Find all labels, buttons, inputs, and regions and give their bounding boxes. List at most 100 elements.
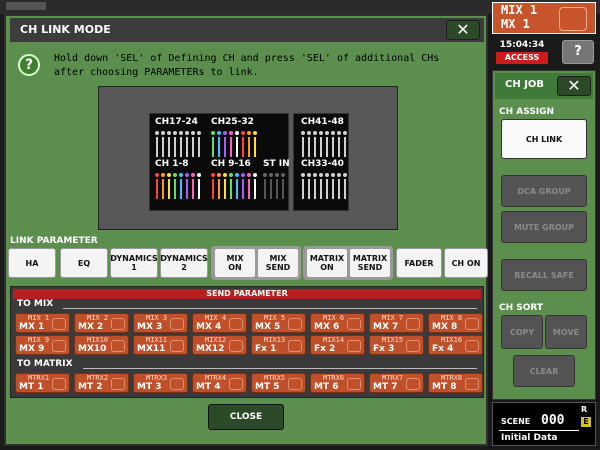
link-param-mix-send[interactable]: MIX SEND <box>257 248 299 278</box>
mix-send-button[interactable]: MIX14 Fx 2 <box>310 335 365 355</box>
channel-dot <box>301 173 305 177</box>
send-top-label: MIX 8 <box>441 314 463 322</box>
mix-send-button[interactable]: MIX 6 MX 6 <box>310 313 365 333</box>
send-top-label: MIX 5 <box>264 314 286 322</box>
channel-dot <box>247 173 251 177</box>
send-bottom-label: MT 7 <box>373 382 398 392</box>
channel-dot <box>167 131 171 135</box>
scene-e-indicator: E <box>581 417 591 427</box>
channel-strip <box>212 179 214 199</box>
mix-send-button[interactable]: MIX10 MX10 <box>74 335 129 355</box>
dialog-close-icon[interactable]: ✕ <box>446 20 480 40</box>
send-top-label: MIX 7 <box>382 314 404 322</box>
link-param-matrix-on[interactable]: MATRIX ON <box>306 248 348 278</box>
channel-strip <box>162 179 164 199</box>
channel-dot <box>191 131 195 135</box>
link-param-dynamics-2[interactable]: DYNAMICS 2 <box>160 248 208 278</box>
mix-icon <box>559 7 587 31</box>
channel-strip <box>344 179 346 199</box>
matrix-send-button[interactable]: MTRX8 MT 8 <box>428 373 483 393</box>
matrix-send-button[interactable]: MTRX4 MT 4 <box>192 373 247 393</box>
move-button[interactable]: MOVE <box>545 315 587 349</box>
help-button[interactable]: ? <box>562 40 594 64</box>
channel-dot <box>229 131 233 135</box>
scene-r-indicator: R <box>581 405 588 414</box>
mix-send-button[interactable]: MIX 9 MX 9 <box>15 335 70 355</box>
matrix-send-button[interactable]: MTRX5 MT 5 <box>251 373 306 393</box>
matrix-send-button[interactable]: MTRX7 MT 7 <box>369 373 424 393</box>
channel-strip <box>270 179 272 199</box>
matrix-send-button[interactable]: MTRX1 MT 1 <box>15 373 70 393</box>
link-param-matrix-send[interactable]: MATRIX SEND <box>349 248 391 278</box>
channel-dot <box>319 131 323 135</box>
mix-send-button[interactable]: MIX 8 MX 8 <box>428 313 483 333</box>
link-param-ha[interactable]: HA <box>8 248 56 278</box>
mix-send-button[interactable]: MIX16 Fx 4 <box>428 335 483 355</box>
send-bottom-label: MT 8 <box>432 382 457 392</box>
clear-button[interactable]: CLEAR <box>513 355 575 387</box>
matrix-send-button[interactable]: MTRX6 MT 6 <box>310 373 365 393</box>
matrix-send-button[interactable]: MTRX2 MT 2 <box>74 373 129 393</box>
copy-button[interactable]: COPY <box>501 315 543 349</box>
mix-send-button[interactable]: MIX12 MX12 <box>192 335 247 355</box>
channel-dot <box>173 131 177 135</box>
matrix-send-button[interactable]: MTRX3 MT 3 <box>133 373 188 393</box>
ch-job-close-icon[interactable]: ✕ <box>557 76 591 96</box>
send-bottom-label: MX 2 <box>78 322 104 332</box>
mix-icon <box>347 318 361 330</box>
close-button[interactable]: CLOSE <box>208 404 284 430</box>
link-param-mix-on[interactable]: MIX ON <box>214 248 256 278</box>
channel-dot <box>173 173 177 177</box>
link-param-ch-on[interactable]: CH ON <box>444 248 488 278</box>
mix-send-button[interactable]: MIX15 Fx 3 <box>369 335 424 355</box>
channel-dot <box>307 131 311 135</box>
ch-link-button[interactable]: CH LINK <box>501 119 587 159</box>
mix-send-button[interactable]: MIX 2 MX 2 <box>74 313 129 333</box>
channel-overview-panel: CH17-24 CH25-32 CH41-48 CH 1-8 CH 9-16 S… <box>98 86 398 230</box>
send-top-label: MIX 6 <box>323 314 345 322</box>
channel-strip <box>320 179 322 199</box>
link-param-dynamics-1[interactable]: DYNAMICS 1 <box>110 248 158 278</box>
mix-icon <box>170 318 184 330</box>
dca-group-button[interactable]: DCA GROUP <box>501 175 587 207</box>
send-bottom-label: Fx 4 <box>432 344 454 354</box>
send-bottom-label: MT 3 <box>137 382 162 392</box>
mix-send-button[interactable]: MIX 3 MX 3 <box>133 313 188 333</box>
mix-send-button[interactable]: MIX 7 MX 7 <box>369 313 424 333</box>
channel-strip <box>212 137 214 157</box>
channel-strip <box>192 179 194 199</box>
scene-display: SCENE 000 R E Initial Data <box>492 402 596 446</box>
channel-dot <box>211 131 215 135</box>
channel-strip <box>198 179 200 199</box>
mix-send-button[interactable]: MIX13 Fx 1 <box>251 335 306 355</box>
mix-icon <box>288 340 302 352</box>
link-param-eq[interactable]: EQ <box>60 248 108 278</box>
send-bottom-label: Fx 1 <box>255 344 277 354</box>
send-top-label: MIX13 <box>264 336 286 344</box>
send-top-label: MTRX2 <box>87 374 109 382</box>
channel-strip <box>308 179 310 199</box>
channel-dot <box>197 131 201 135</box>
channel-strip <box>180 137 182 157</box>
recall-safe-button[interactable]: RECALL SAFE <box>501 259 587 291</box>
mute-group-button[interactable]: MUTE GROUP <box>501 211 587 243</box>
channel-strip <box>326 179 328 199</box>
mix-icon <box>347 340 361 352</box>
mix-icon <box>52 340 66 352</box>
send-top-label: MIX12 <box>205 336 227 344</box>
mix-send-button[interactable]: MIX11 MX11 <box>133 335 188 355</box>
mix-icon <box>288 378 302 390</box>
send-bottom-label: MX 6 <box>314 322 340 332</box>
link-param-fader[interactable]: FADER <box>396 248 442 278</box>
channel-dot <box>325 173 329 177</box>
channel-strip <box>254 179 256 199</box>
send-bottom-label: MX 4 <box>196 322 222 332</box>
channel-dot <box>275 173 279 177</box>
channel-strip <box>168 137 170 157</box>
access-badge: ACCESS <box>496 52 548 64</box>
question-icon: ? <box>18 54 40 76</box>
mix-send-button[interactable]: MIX 4 MX 4 <box>192 313 247 333</box>
dialog-title: CH LINK MODE <box>10 18 484 42</box>
mix-send-button[interactable]: MIX 1 MX 1 <box>15 313 70 333</box>
mix-send-button[interactable]: MIX 5 MX 5 <box>251 313 306 333</box>
